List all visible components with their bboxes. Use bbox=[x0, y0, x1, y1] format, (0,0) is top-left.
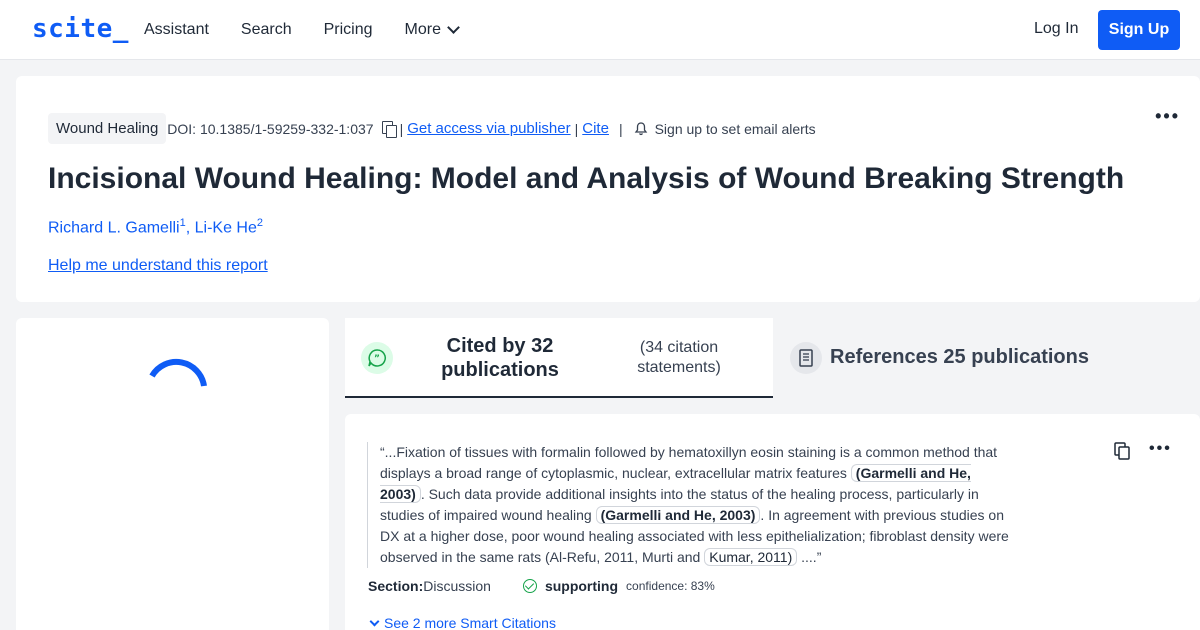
more-smart-citations-link[interactable]: See 2 more Smart Citations bbox=[369, 615, 556, 630]
section-value: Discussion bbox=[423, 578, 491, 594]
citation-snippet: “...Fixation of tissues with formalin fo… bbox=[367, 442, 1017, 568]
nav-assistant[interactable]: Assistant bbox=[144, 21, 209, 39]
author-list: Richard L. Gamelli1, Li-Ke He2 bbox=[48, 217, 263, 237]
more-options-icon[interactable]: ••• bbox=[1155, 106, 1180, 127]
cited-by-label: Cited by 32 publications bbox=[441, 335, 559, 381]
quote-bubble-icon: ” bbox=[361, 342, 393, 374]
publisher-access-link[interactable]: Get access via publisher bbox=[407, 120, 570, 137]
help-understand-link[interactable]: Help me understand this report bbox=[48, 257, 268, 275]
sidebar-card bbox=[16, 318, 329, 630]
inline-reference[interactable]: (Garmelli and He, 2003) bbox=[595, 506, 761, 524]
citation-section-row: Section: Discussion supporting confidenc… bbox=[368, 578, 715, 594]
paper-title: Incisional Wound Healing: Model and Anal… bbox=[48, 162, 1125, 195]
copy-citation-icon[interactable] bbox=[1114, 442, 1130, 460]
author-affiliation: 1 bbox=[179, 217, 186, 229]
author-affiliation: 2 bbox=[256, 217, 263, 229]
signup-button[interactable]: Sign Up bbox=[1098, 10, 1180, 50]
document-icon bbox=[790, 342, 822, 374]
classification-label: supporting bbox=[544, 578, 619, 594]
inline-reference[interactable]: Kumar, 2011) bbox=[704, 548, 798, 566]
bell-icon[interactable] bbox=[633, 121, 649, 137]
separator: | bbox=[618, 120, 623, 137]
snippet-text: ....” bbox=[797, 549, 822, 565]
loading-spinner-icon bbox=[149, 358, 207, 387]
supporting-check-icon bbox=[522, 579, 537, 593]
author-link[interactable]: Richard L. Gamelli bbox=[48, 219, 180, 236]
paper-meta-row: Wound Healing DOI: 10.1385/1-59259-332-1… bbox=[48, 113, 816, 144]
separator: | bbox=[574, 120, 579, 137]
tab-cited-by[interactable]: ” Cited by 32 publications (34 citation … bbox=[345, 318, 773, 398]
scite-logo[interactable]: scite_ bbox=[32, 14, 129, 44]
copy-doi-icon[interactable] bbox=[381, 120, 397, 138]
top-navigation-bar: scite_ Assistant Search Pricing More Log… bbox=[0, 0, 1200, 60]
nav-pricing[interactable]: Pricing bbox=[324, 21, 373, 39]
chevron-down-icon bbox=[369, 616, 380, 626]
cite-link[interactable]: Cite bbox=[582, 120, 609, 137]
email-alerts-link[interactable]: Sign up to set email alerts bbox=[655, 121, 816, 137]
tab-references[interactable]: References 25 publications bbox=[774, 318, 1200, 398]
confidence-value: confidence: 83% bbox=[626, 579, 715, 593]
more-smart-citations-label: See 2 more Smart Citations bbox=[384, 615, 556, 630]
topic-tag[interactable]: Wound Healing bbox=[48, 113, 167, 144]
citation-statements-count: (34 citation statements) bbox=[637, 339, 721, 376]
nav-search[interactable]: Search bbox=[241, 21, 292, 39]
author-link[interactable]: Li-Ke He bbox=[195, 219, 257, 236]
chevron-down-icon bbox=[447, 21, 460, 34]
nav-more-dropdown[interactable]: More bbox=[404, 21, 460, 39]
doi-text: DOI: 10.1385/1-59259-332-1:037 bbox=[167, 120, 374, 137]
references-label: References 25 publications bbox=[830, 346, 1089, 368]
separator: | bbox=[399, 120, 404, 137]
svg-text:”: ” bbox=[374, 354, 380, 364]
main-nav: Assistant Search Pricing More bbox=[144, 0, 460, 60]
nav-more-label: More bbox=[404, 21, 441, 38]
login-link[interactable]: Log In bbox=[1034, 20, 1078, 38]
citation-options-icon[interactable]: ••• bbox=[1149, 440, 1172, 458]
paper-header-card: Wound Healing DOI: 10.1385/1-59259-332-1… bbox=[16, 76, 1200, 302]
citation-statement-card: “...Fixation of tissues with formalin fo… bbox=[345, 414, 1200, 630]
section-label: Section: bbox=[368, 578, 424, 594]
